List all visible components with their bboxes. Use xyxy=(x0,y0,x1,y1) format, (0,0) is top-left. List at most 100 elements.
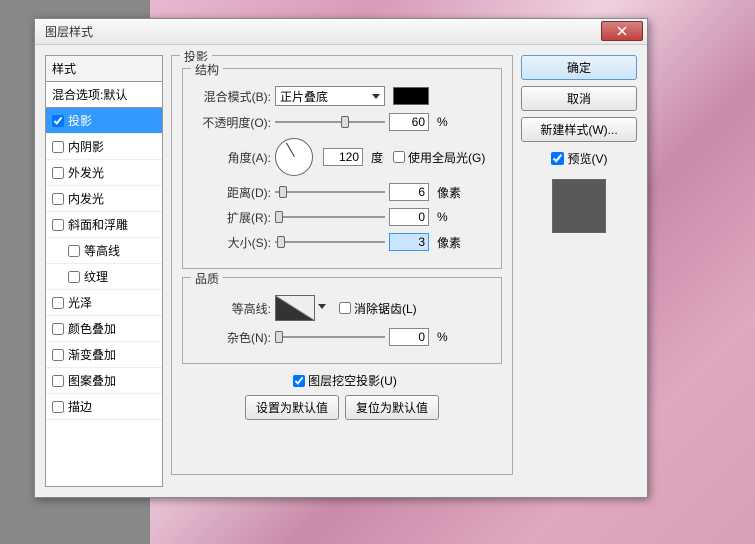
structure-legend: 结构 xyxy=(191,61,223,78)
spread-unit: % xyxy=(437,210,448,224)
style-item[interactable]: 投影 xyxy=(46,108,162,134)
style-item-checkbox[interactable] xyxy=(52,219,64,231)
style-item-checkbox[interactable] xyxy=(52,297,64,309)
antialias-checkbox[interactable]: 消除锯齿(L) xyxy=(339,300,417,317)
noise-unit: % xyxy=(437,330,448,344)
ok-button[interactable]: 确定 xyxy=(521,55,637,80)
style-item[interactable]: 内发光 xyxy=(46,186,162,212)
style-item[interactable]: 外发光 xyxy=(46,160,162,186)
distance-unit: 像素 xyxy=(437,184,461,201)
close-button[interactable] xyxy=(601,21,643,41)
knockout-label: 图层挖空投影(U) xyxy=(308,372,397,389)
preview-label: 预览(V) xyxy=(568,150,608,167)
style-item[interactable]: 等高线 xyxy=(46,238,162,264)
style-item-checkbox[interactable] xyxy=(52,141,64,153)
shadow-color-swatch[interactable] xyxy=(393,87,429,105)
style-item-label: 内阴影 xyxy=(68,138,104,155)
opacity-unit: % xyxy=(437,115,448,129)
chevron-down-icon xyxy=(372,94,380,99)
window-title: 图层样式 xyxy=(45,23,93,40)
antialias-check-input[interactable] xyxy=(339,302,351,314)
blend-options-row[interactable]: 混合选项:默认 xyxy=(46,82,162,108)
distance-input[interactable]: 6 xyxy=(389,183,429,201)
style-item-label: 纹理 xyxy=(84,268,108,285)
style-item-label: 斜面和浮雕 xyxy=(68,216,128,233)
style-item[interactable]: 内阴影 xyxy=(46,134,162,160)
right-panel: 确定 取消 新建样式(W)... 预览(V) xyxy=(521,55,637,487)
style-item-label: 渐变叠加 xyxy=(68,346,116,363)
new-style-button[interactable]: 新建样式(W)... xyxy=(521,117,637,142)
style-item[interactable]: 斜面和浮雕 xyxy=(46,212,162,238)
cancel-button[interactable]: 取消 xyxy=(521,86,637,111)
quality-fieldset: 品质 等高线: 消除锯齿(L) 杂色(N): xyxy=(182,277,502,364)
opacity-input[interactable]: 60 xyxy=(389,113,429,131)
structure-fieldset: 结构 混合模式(B): 正片叠底 不透明度(O): xyxy=(182,68,502,269)
style-item-label: 描边 xyxy=(68,398,92,415)
style-item[interactable]: 描边 xyxy=(46,394,162,420)
global-light-checkbox[interactable]: 使用全局光(G) xyxy=(393,149,485,166)
noise-slider[interactable] xyxy=(275,328,385,346)
opacity-label: 不透明度(O): xyxy=(193,114,271,131)
style-item[interactable]: 颜色叠加 xyxy=(46,316,162,342)
make-default-button[interactable]: 设置为默认值 xyxy=(245,395,339,420)
contour-label: 等高线: xyxy=(193,300,271,317)
blend-mode-value: 正片叠底 xyxy=(280,88,328,105)
titlebar: 图层样式 xyxy=(35,19,647,45)
angle-label: 角度(A): xyxy=(193,149,271,166)
styles-panel: 样式 混合选项:默认 投影内阴影外发光内发光斜面和浮雕等高线纹理光泽颜色叠加渐变… xyxy=(45,55,163,487)
main-panel: 投影 结构 混合模式(B): 正片叠底 不透明度(O): xyxy=(171,55,513,487)
size-slider[interactable] xyxy=(275,233,385,251)
noise-label: 杂色(N): xyxy=(193,329,271,346)
style-item-label: 等高线 xyxy=(84,242,120,259)
spread-label: 扩展(R): xyxy=(193,209,271,226)
style-item-checkbox[interactable] xyxy=(52,167,64,179)
spread-slider[interactable] xyxy=(275,208,385,226)
style-item-checkbox[interactable] xyxy=(68,271,80,283)
size-input[interactable]: 3 xyxy=(389,233,429,251)
reset-default-button[interactable]: 复位为默认值 xyxy=(345,395,439,420)
style-item-checkbox[interactable] xyxy=(52,401,64,413)
global-light-check-input[interactable] xyxy=(393,151,405,163)
style-item-checkbox[interactable] xyxy=(52,115,64,127)
angle-unit: 度 xyxy=(371,149,383,166)
style-item-checkbox[interactable] xyxy=(52,193,64,205)
style-item[interactable]: 光泽 xyxy=(46,290,162,316)
style-item-label: 光泽 xyxy=(68,294,92,311)
style-item-label: 外发光 xyxy=(68,164,104,181)
style-item[interactable]: 图案叠加 xyxy=(46,368,162,394)
noise-input[interactable]: 0 xyxy=(389,328,429,346)
preview-check-input[interactable] xyxy=(551,152,564,165)
global-light-label: 使用全局光(G) xyxy=(408,149,485,166)
spread-input[interactable]: 0 xyxy=(389,208,429,226)
angle-input[interactable]: 120 xyxy=(323,148,363,166)
style-item[interactable]: 渐变叠加 xyxy=(46,342,162,368)
style-item-checkbox[interactable] xyxy=(68,245,80,257)
style-item[interactable]: 纹理 xyxy=(46,264,162,290)
knockout-check-input[interactable] xyxy=(293,375,305,387)
style-item-checkbox[interactable] xyxy=(52,323,64,335)
chevron-down-icon xyxy=(318,304,326,309)
quality-legend: 品质 xyxy=(191,270,223,287)
style-item-label: 颜色叠加 xyxy=(68,320,116,337)
blend-mode-dropdown[interactable]: 正片叠底 xyxy=(275,86,385,106)
angle-dial[interactable] xyxy=(275,138,313,176)
preview-swatch xyxy=(552,179,606,233)
size-label: 大小(S): xyxy=(193,234,271,251)
style-item-label: 内发光 xyxy=(68,190,104,207)
style-item-checkbox[interactable] xyxy=(52,375,64,387)
contour-picker[interactable] xyxy=(275,295,315,321)
style-item-label: 图案叠加 xyxy=(68,372,116,389)
antialias-label: 消除锯齿(L) xyxy=(354,300,417,317)
size-unit: 像素 xyxy=(437,234,461,251)
distance-slider[interactable] xyxy=(275,183,385,201)
styles-header: 样式 xyxy=(46,56,162,82)
blend-mode-label: 混合模式(B): xyxy=(193,88,271,105)
drop-shadow-group: 投影 结构 混合模式(B): 正片叠底 不透明度(O): xyxy=(171,55,513,475)
knockout-checkbox[interactable]: 图层挖空投影(U) xyxy=(293,372,397,389)
distance-label: 距离(D): xyxy=(193,184,271,201)
style-item-checkbox[interactable] xyxy=(52,349,64,361)
preview-checkbox[interactable]: 预览(V) xyxy=(521,150,637,167)
layer-style-dialog: 图层样式 样式 混合选项:默认 投影内阴影外发光内发光斜面和浮雕等高线纹理光泽颜… xyxy=(34,18,648,498)
opacity-slider[interactable] xyxy=(275,113,385,131)
style-item-label: 投影 xyxy=(68,112,92,129)
